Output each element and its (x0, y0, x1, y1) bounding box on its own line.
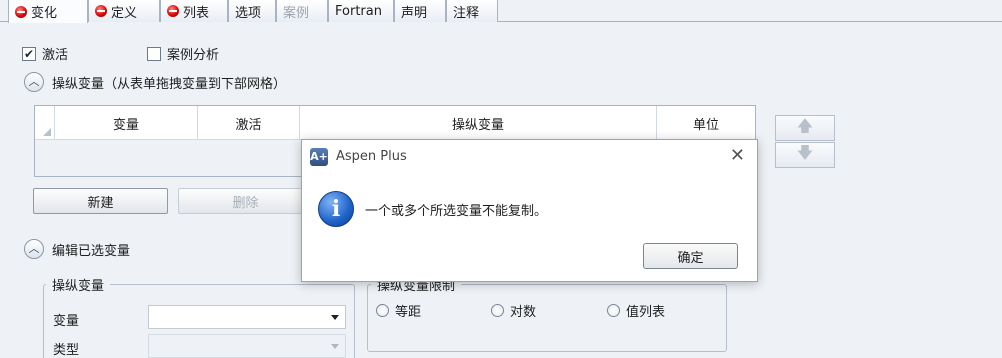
error-dot-icon (167, 5, 179, 17)
manipulated-section-title: 操纵变量（从表单拖拽变量到下部网格） (52, 76, 287, 92)
radio-equidistant[interactable]: 等距 (376, 301, 421, 320)
new-button[interactable]: 新建 (33, 188, 168, 214)
move-down-button[interactable]: 🡇 (775, 142, 835, 168)
tab-options[interactable]: 选项 (228, 0, 276, 22)
edit-section-header[interactable]: ︿ 编辑已选变量 (24, 239, 130, 259)
dialog-message: 一个或多个所选变量不能复制。 (365, 204, 548, 219)
tab-define[interactable]: 定义 (88, 0, 160, 22)
tab-label: Fortran (335, 3, 382, 19)
close-icon[interactable]: ✕ (730, 147, 745, 165)
collapse-up-icon[interactable]: ︿ (24, 239, 44, 259)
tab-label: 列表 (183, 5, 210, 21)
error-dot-icon (95, 5, 107, 17)
tab-comments[interactable]: 注释 (446, 0, 498, 22)
empty-checkbox-icon (147, 46, 161, 61)
tab-label: 变化 (31, 6, 58, 21)
tab-case[interactable]: 案例 (276, 0, 328, 22)
tab-label: 案例 (283, 5, 310, 21)
variable-label: 变量 (53, 314, 80, 329)
collapse-up-icon[interactable]: ︿ (24, 72, 44, 92)
aspen-app-icon: A+ (310, 147, 328, 166)
radio-value-list[interactable]: 值列表 (607, 301, 665, 320)
type-combobox[interactable] (148, 334, 346, 358)
type-label: 类型 (53, 343, 80, 358)
tab-fortran[interactable]: Fortran (328, 0, 394, 22)
radio-label: 对数 (510, 305, 537, 320)
select-all-corner-icon[interactable] (35, 106, 55, 140)
tab-change[interactable]: 变化 (8, 0, 88, 23)
edit-section-title: 编辑已选变量 (52, 243, 131, 259)
activate-checkbox[interactable]: ✔ 激活 (22, 44, 68, 63)
tab-declarations[interactable]: 声明 (394, 0, 446, 22)
column-header-active[interactable]: 激活 (198, 106, 300, 140)
error-dot-icon (15, 5, 27, 18)
radio-label: 等距 (395, 305, 422, 320)
column-header-units[interactable]: 单位 (657, 106, 755, 140)
checkmark-icon: ✔ (22, 46, 36, 61)
column-header-variable[interactable]: 变量 (55, 106, 198, 140)
info-icon: i (318, 191, 354, 227)
manipulated-group-title: 操纵变量 (46, 275, 111, 294)
case-study-label: 案例分析 (167, 48, 220, 63)
tab-label: 选项 (235, 5, 262, 21)
radio-icon (491, 304, 504, 317)
radio-icon (607, 304, 620, 317)
arrow-up-icon: 🡅 (796, 115, 814, 135)
dialog-footer: 确定 (302, 230, 757, 281)
dialog-title: Aspen Plus (336, 149, 407, 164)
dialog-titlebar: A+ Aspen Plus (302, 140, 757, 173)
case-study-checkbox[interactable]: 案例分析 (147, 44, 219, 63)
tab-label: 声明 (401, 5, 428, 21)
tab-strip: 变化 定义 列表 选项 案例 Fortran 声明 注释 (0, 0, 1002, 23)
tab-label: 注释 (453, 5, 480, 21)
move-up-button[interactable]: 🡅 (775, 115, 835, 141)
column-header-manipulated[interactable]: 操纵变量 (300, 106, 657, 140)
chevron-down-icon (331, 344, 339, 349)
radio-icon (376, 304, 389, 317)
message-dialog: A+ Aspen Plus ✕ i 一个或多个所选变量不能复制。 确定 (301, 139, 758, 282)
ok-button[interactable]: 确定 (643, 243, 738, 269)
tab-list[interactable]: 列表 (160, 0, 228, 22)
variable-combobox[interactable] (148, 305, 346, 329)
manipulated-section-header[interactable]: ︿ 操纵变量（从表单拖拽变量到下部网格） (24, 72, 286, 92)
delete-button[interactable]: 删除 (178, 188, 313, 214)
radio-logarithmic[interactable]: 对数 (491, 301, 536, 320)
chevron-down-icon (331, 315, 339, 320)
radio-label: 值列表 (626, 305, 666, 320)
activate-label: 激活 (42, 48, 69, 63)
tab-label: 定义 (111, 5, 138, 21)
grid-header: 变量 激活 操纵变量 单位 (35, 106, 755, 140)
arrow-down-icon: 🡇 (796, 142, 814, 162)
